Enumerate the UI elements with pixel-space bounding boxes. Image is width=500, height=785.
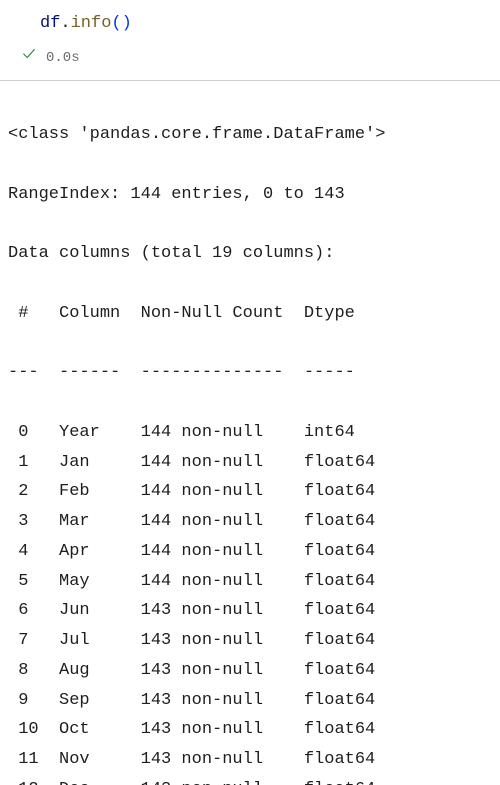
code-parens: (): [111, 14, 131, 33]
code-cell-input[interactable]: df.info(): [0, 0, 500, 41]
cell-output: <class 'pandas.core.frame.DataFrame'> Ra…: [0, 80, 500, 785]
execution-status: 0.0s: [0, 41, 500, 79]
output-rangeindex: RangeIndex: 144 entries, 0 to 143: [8, 180, 492, 210]
table-row: 8 Aug 143 non-null float64: [8, 656, 492, 686]
code-method: info: [71, 14, 112, 33]
table-row: 9 Sep 143 non-null float64: [8, 686, 492, 716]
table-row: 4 Apr 144 non-null float64: [8, 537, 492, 567]
output-divider: --- ------ -------------- -----: [8, 358, 492, 388]
check-icon: [22, 47, 36, 69]
table-row: 12 Dec 143 non-null float64: [8, 775, 492, 785]
table-row: 2 Feb 144 non-null float64: [8, 477, 492, 507]
output-rows: 0 Year 144 non-null int64 1 Jan 144 non-…: [8, 418, 492, 785]
table-row: 10 Oct 143 non-null float64: [8, 715, 492, 745]
execution-duration: 0.0s: [46, 47, 80, 69]
output-class-line: <class 'pandas.core.frame.DataFrame'>: [8, 120, 492, 150]
table-row: 6 Jun 143 non-null float64: [8, 596, 492, 626]
table-row: 1 Jan 144 non-null float64: [8, 448, 492, 478]
code-object: df: [40, 14, 60, 33]
table-row: 0 Year 144 non-null int64: [8, 418, 492, 448]
table-row: 5 May 144 non-null float64: [8, 567, 492, 597]
output-data-columns: Data columns (total 19 columns):: [8, 239, 492, 269]
output-header: # Column Non-Null Count Dtype: [8, 299, 492, 329]
table-row: 11 Nov 143 non-null float64: [8, 745, 492, 775]
table-row: 7 Jul 143 non-null float64: [8, 626, 492, 656]
table-row: 3 Mar 144 non-null float64: [8, 507, 492, 537]
